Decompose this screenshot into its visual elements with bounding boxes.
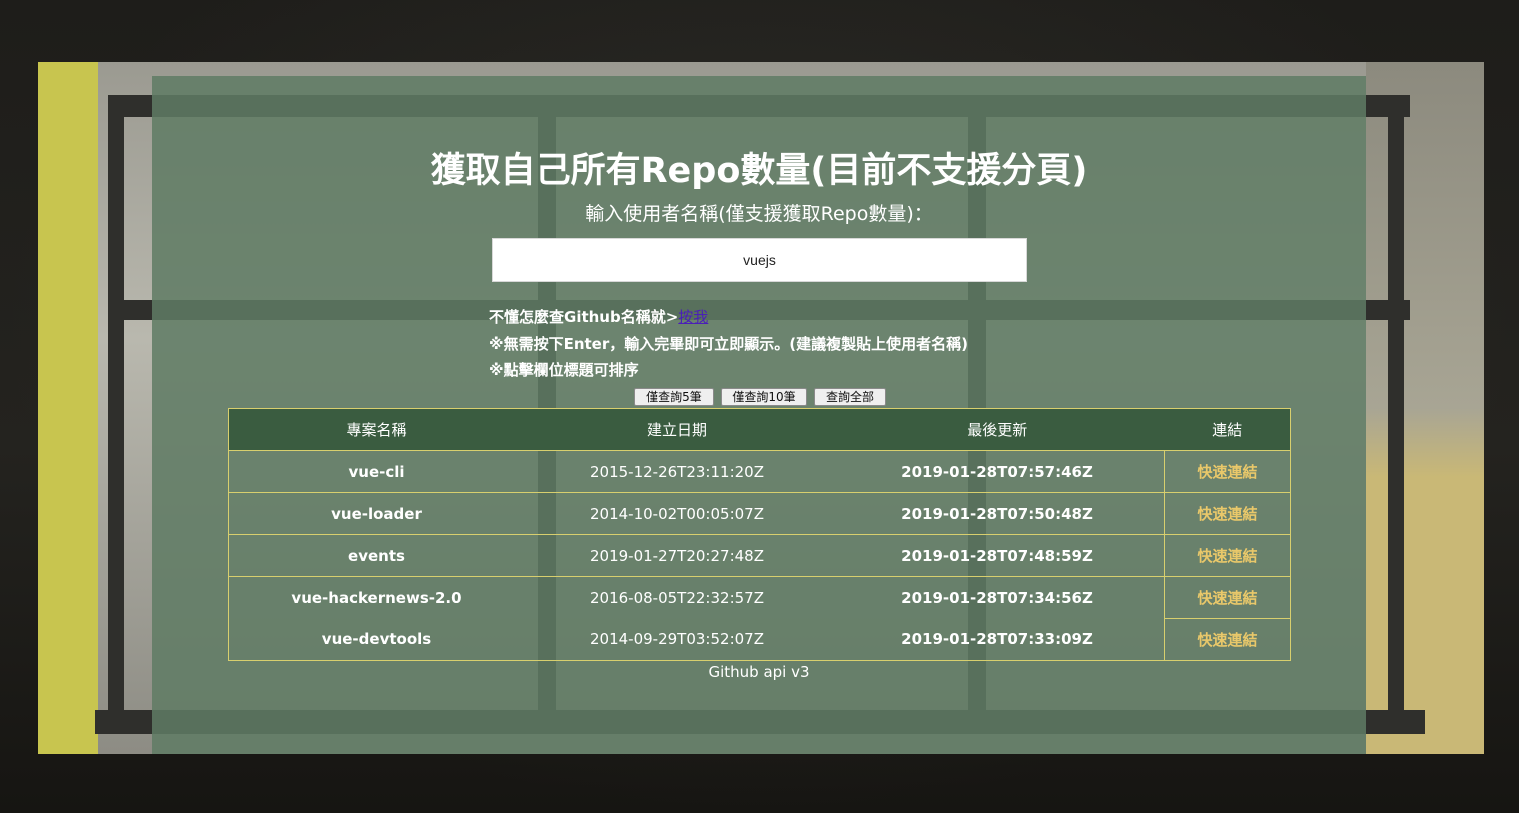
quick-link[interactable]: 快速連結 — [1197, 589, 1257, 607]
repo-created: 2019-01-27T20:27:48Z — [524, 534, 830, 577]
footer-text: Github api v3 — [708, 663, 810, 681]
header-link[interactable]: 連結 — [1164, 408, 1291, 451]
repo-name: vue-devtools — [228, 618, 524, 661]
query-all-button[interactable]: 查詢全部 — [814, 388, 886, 406]
note-line-3: ※點擊欄位標題可排序 — [489, 361, 639, 379]
username-input[interactable] — [492, 238, 1027, 282]
table-row: events 2019-01-27T20:27:48Z 2019-01-28T0… — [228, 534, 1291, 577]
repo-updated: 2019-01-28T07:34:56Z — [901, 588, 1093, 607]
quick-link[interactable]: 快速連結 — [1197, 547, 1257, 565]
notes: 不懂怎麼查Github名稱就>按我 ※無需按下Enter，輸入完畢即可立即顯示。… — [489, 304, 968, 384]
quick-link[interactable]: 快速連結 — [1197, 463, 1257, 481]
page-title: 獲取自己所有Repo數量(目前不支援分頁) — [430, 151, 1088, 191]
page-subtitle: 輸入使用者名稱(僅支援獲取Repo數量)： — [585, 203, 933, 225]
repo-created: 2016-08-05T22:32:57Z — [590, 588, 764, 607]
window-frame-right — [1388, 95, 1404, 725]
header-last-updated[interactable]: 最後更新 — [830, 408, 1165, 451]
table-row: vue-cli 2015-12-26T23:11:20Z 2019-01-28T… — [228, 450, 1291, 493]
table-row: vue-devtools 2014-09-29T03:52:07Z 2019-0… — [228, 618, 1291, 661]
header-project-name[interactable]: 專案名稱 — [228, 408, 524, 451]
note-line-1: 不懂怎麼查Github名稱就>按我 — [489, 304, 968, 331]
repo-link-cell: 快速連結 — [1164, 618, 1291, 661]
repo-name: events — [228, 534, 524, 577]
query-5-button[interactable]: 僅查詢5筆 — [634, 388, 714, 406]
help-link[interactable]: 按我 — [678, 308, 708, 326]
repo-name: vue-loader — [228, 492, 524, 535]
query-button-row: 僅查詢5筆 僅查詢10筆 查詢全部 — [634, 388, 886, 406]
quick-link[interactable]: 快速連結 — [1197, 631, 1257, 649]
repo-created: 2014-09-29T03:52:07Z — [524, 618, 830, 661]
repo-name: vue-cli — [228, 450, 524, 493]
table-row: vue-loader 2014-10-02T00:05:07Z 2019-01-… — [228, 492, 1291, 535]
repo-link-cell: 快速連結 — [1164, 534, 1291, 577]
repo-updated: 2019-01-28T07:50:48Z — [830, 492, 1165, 535]
repo-link-cell: 快速連結 — [1164, 492, 1291, 535]
repo-name: vue-hackernews-2.0 — [228, 576, 524, 619]
note-line-2: ※無需按下Enter，輸入完畢即可立即顯示。(建議複製貼上使用者名稱) — [489, 334, 968, 353]
repo-updated: 2019-01-28T07:57:46Z — [830, 450, 1165, 493]
repo-updated: 2019-01-28T07:48:59Z — [830, 534, 1165, 577]
repo-updated: 2019-01-28T07:33:09Z — [830, 618, 1165, 661]
table-header-row: 專案名稱 建立日期 最後更新 連結 — [228, 408, 1291, 451]
quick-link[interactable]: 快速連結 — [1197, 505, 1257, 523]
table-row: vue-hackernews-2.0 2016-08-05T22:32:57Z … — [228, 576, 1291, 619]
repo-link-cell: 快速連結 — [1164, 576, 1291, 619]
note-help-text: 不懂怎麼查Github名稱就> — [489, 308, 679, 326]
background-wall-right — [1366, 62, 1484, 754]
window-frame-left — [108, 95, 124, 725]
header-created-date[interactable]: 建立日期 — [524, 408, 830, 451]
repo-created: 2014-10-02T00:05:07Z — [524, 492, 830, 535]
repo-link-cell: 快速連結 — [1164, 450, 1291, 493]
repo-created: 2015-12-26T23:11:20Z — [524, 450, 830, 493]
repo-table: 專案名稱 建立日期 最後更新 連結 vue-cli 2015-12-26T23:… — [228, 408, 1291, 661]
query-10-button[interactable]: 僅查詢10筆 — [721, 388, 807, 406]
